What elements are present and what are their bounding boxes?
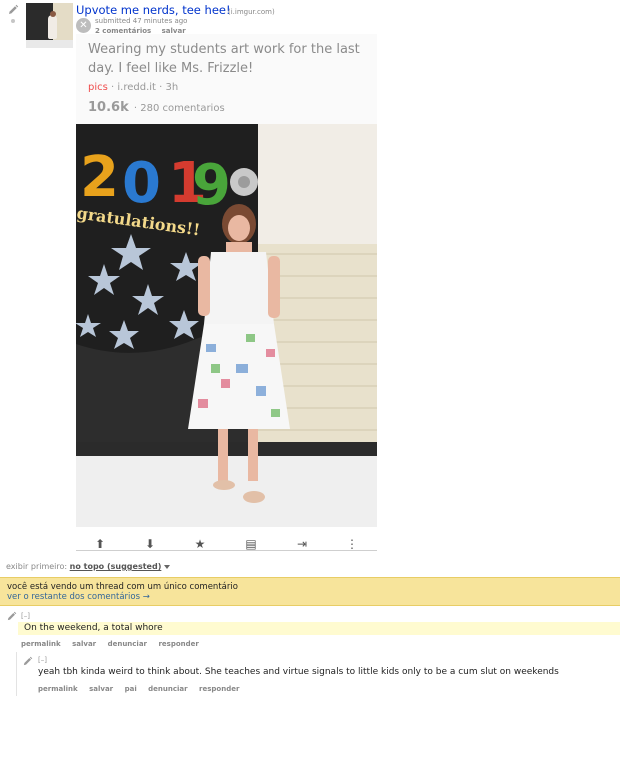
comment-actions: permalink salvar denunciar responder <box>21 640 208 648</box>
save-link[interactable]: salvar <box>72 640 96 648</box>
post-domain[interactable]: (i.imgur.com) <box>228 8 275 16</box>
comment-actions: permalink salvar pai denunciar responder <box>38 685 248 693</box>
post-title-link[interactable]: Upvote me nerds, tee hee! <box>76 3 231 17</box>
reply-link[interactable]: responder <box>199 685 239 693</box>
post-thumbnail[interactable] <box>26 3 73 48</box>
chevron-down-icon[interactable] <box>164 564 171 569</box>
embedded-post-title[interactable]: Wearing my students art work for the las… <box>88 40 368 78</box>
report-link[interactable]: denunciar <box>148 685 187 693</box>
upvote-icon[interactable]: ⬆ <box>92 538 108 551</box>
photo-year-2: 2 <box>80 145 119 210</box>
post-photo-illustration: 2 0 1 9 gratulations!! <box>76 124 377 527</box>
subreddit-link[interactable]: pics <box>88 82 108 93</box>
embedded-post-score: 10.6k <box>88 100 129 115</box>
embedded-post-stats: 10.6k · 280 comentarios <box>88 100 225 115</box>
more-icon[interactable]: ⋮ <box>344 538 360 551</box>
save-link[interactable]: salvar <box>89 685 113 693</box>
share-icon[interactable]: ⇥ <box>294 538 310 551</box>
collapse-toggle[interactable]: [–] <box>38 656 47 664</box>
comment-icon[interactable]: ▤ <box>243 538 259 551</box>
comment-sort: exibir primeiro: no topo (suggested) <box>6 562 171 571</box>
view-all-comments-link[interactable]: ver o restante dos comentários → <box>7 592 620 602</box>
reply-link[interactable]: responder <box>158 640 198 648</box>
photo-year-9: 9 <box>192 153 231 218</box>
pencil-icon[interactable] <box>6 611 17 622</box>
pencil-icon[interactable] <box>7 4 19 16</box>
permalink-link[interactable]: permalink <box>38 685 78 693</box>
post-submitted-time: submitted 47 minutes ago <box>95 17 188 25</box>
report-link[interactable]: denunciar <box>108 640 147 648</box>
sort-dropdown[interactable]: no topo (suggested) <box>70 562 162 571</box>
comment-body: yeah tbh kinda weird to think about. She… <box>38 667 559 677</box>
vote-dot <box>11 19 15 23</box>
photo-year-0: 0 <box>122 151 161 216</box>
thumbnail-head <box>50 11 56 17</box>
comment-body: On the weekend, a total whore <box>18 622 620 635</box>
close-icon[interactable]: ✕ <box>76 18 91 33</box>
downvote-icon[interactable]: ⬇ <box>142 538 158 551</box>
thumbnail-floor <box>26 40 73 48</box>
pencil-icon[interactable] <box>22 656 33 667</box>
post-image[interactable]: 2 0 1 9 gratulations!! <box>76 124 377 527</box>
single-thread-message: você está vendo um thread com um único c… <box>7 582 238 592</box>
collapse-toggle[interactable]: [–] <box>21 612 30 620</box>
permalink-link[interactable]: permalink <box>21 640 61 648</box>
embedded-action-bar: ⬆ ⬇ ★ ▤ ⇥ ⋮ <box>76 527 377 551</box>
comment-thread-line[interactable] <box>16 652 17 696</box>
post-vote-column <box>7 4 21 23</box>
single-thread-notice: você está vendo um thread com um único c… <box>0 577 620 606</box>
embedded-post-meta: pics · i.redd.it · 3h <box>88 82 178 93</box>
embedded-post-comment-count[interactable]: · 280 comentarios <box>134 103 225 114</box>
parent-link[interactable]: pai <box>125 685 137 693</box>
embedded-post-card: Wearing my students art work for the las… <box>76 34 377 124</box>
sort-label: exibir primeiro: <box>6 562 68 571</box>
thumbnail-figure <box>48 15 57 39</box>
embedded-post-source: · i.redd.it · 3h <box>111 82 179 93</box>
star-icon[interactable]: ★ <box>192 538 208 551</box>
